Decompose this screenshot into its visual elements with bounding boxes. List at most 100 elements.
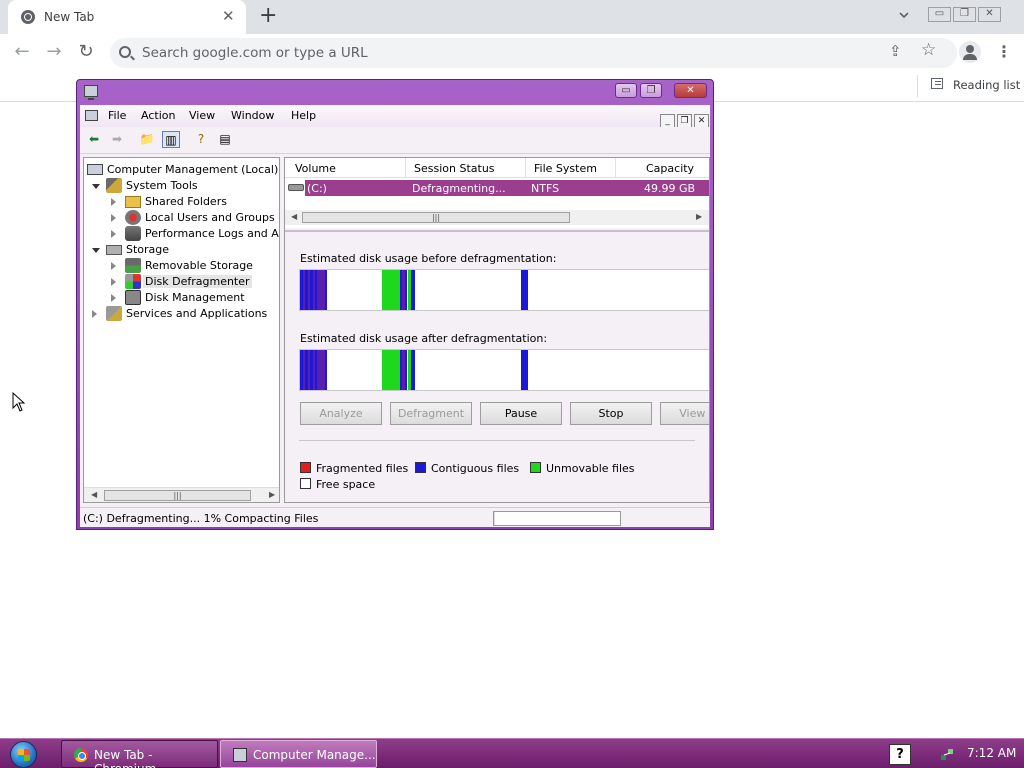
collapsed-arrow-icon[interactable]	[111, 262, 116, 270]
console-icon[interactable]	[85, 110, 98, 121]
icon-toolbar: ⬅ ➡ 📁 ▥ ? ▤	[80, 127, 710, 154]
pause-button[interactable]: Pause	[480, 402, 562, 425]
collapsed-arrow-icon[interactable]	[111, 294, 116, 302]
tree-item[interactable]: Removable Storage	[84, 258, 279, 274]
unmovable-swatch	[530, 462, 541, 473]
column-capacity[interactable]: Capacity	[646, 162, 694, 175]
expanded-arrow-icon[interactable]	[92, 248, 100, 253]
disk-icon	[125, 290, 141, 305]
scroll-right-icon[interactable]: ▶	[269, 490, 275, 499]
column-session-status[interactable]: Session Status	[414, 162, 495, 175]
start-button[interactable]	[10, 741, 37, 768]
chevron-down-icon[interactable]	[898, 9, 910, 21]
up-folder-icon[interactable]: 📁	[138, 131, 156, 148]
child-minimize-button[interactable]: _	[660, 114, 675, 128]
divider	[917, 75, 918, 97]
tree-horizontal-scrollbar[interactable]: ◀ ||| ▶	[84, 487, 279, 502]
volume-list: (C:) Defragmenting... NTFS 49.99 GB ◀ ||…	[285, 178, 709, 228]
computer-icon	[87, 164, 103, 175]
minimize-button[interactable]: ▭	[928, 7, 951, 22]
mmc-close-button[interactable]: ✕	[674, 83, 707, 98]
restore-button[interactable]: ❐	[953, 7, 976, 22]
table-row[interactable]: (C:) Defragmenting... NTFS 49.99 GB	[305, 180, 709, 196]
tree-item[interactable]: System Tools	[84, 178, 279, 194]
scroll-left-icon[interactable]: ◀	[91, 490, 97, 499]
back-icon[interactable]: ⬅	[85, 131, 103, 148]
new-tab-button[interactable]: +	[259, 4, 277, 28]
forward-arrow-icon[interactable]: →	[44, 42, 64, 62]
back-arrow-icon[interactable]: ←	[12, 42, 32, 62]
defrag-progress-bar	[493, 511, 621, 526]
legend-fragmented: Fragmented files	[300, 462, 408, 475]
window-titlebar[interactable]: ▭ ❐ ✕	[77, 80, 713, 104]
share-icon[interactable]: ⇪	[889, 42, 902, 60]
help-topics-icon[interactable]: ?	[192, 131, 210, 148]
menu-kebab-icon[interactable]: ⋮	[996, 42, 1012, 61]
tree-item-label: Shared Folders	[145, 195, 227, 208]
clock[interactable]: 7:12 AM	[967, 746, 1016, 760]
tree-item[interactable]: Computer Management (Local)	[84, 162, 279, 178]
taskbar-item-chromium[interactable]: New Tab - Chromium	[61, 740, 218, 768]
collapsed-arrow-icon[interactable]	[92, 310, 97, 318]
search-icon	[119, 46, 131, 58]
pane-splitter[interactable]	[285, 230, 709, 232]
scroll-thumb[interactable]: |||	[104, 490, 251, 501]
close-button[interactable]: ✕	[978, 7, 1001, 22]
menu-help[interactable]: Help	[291, 109, 316, 122]
mmc-maximize-button[interactable]: ❐	[640, 83, 662, 98]
help-icon[interactable]: ?	[889, 744, 911, 765]
disk-cluster-block	[382, 350, 400, 390]
tree-item[interactable]: Services and Applications	[84, 306, 279, 322]
disk-cluster-block	[405, 350, 407, 390]
free-space-swatch	[300, 478, 311, 489]
child-restore-button[interactable]: ❐	[677, 114, 692, 128]
scroll-left-icon[interactable]: ◀	[291, 212, 297, 221]
mmc-minimize-button[interactable]: ▭	[615, 83, 637, 98]
tab-close-icon[interactable]: ✕	[222, 7, 235, 25]
column-volume[interactable]: Volume	[295, 162, 336, 175]
tree-item[interactable]: Performance Logs and Ale	[84, 226, 279, 242]
tree-item[interactable]: Shared Folders	[84, 194, 279, 210]
menu-view[interactable]: View	[189, 109, 215, 122]
collapsed-arrow-icon[interactable]	[111, 198, 116, 206]
expanded-arrow-icon[interactable]	[92, 184, 100, 189]
computer-management-window: ▭ ❐ ✕ File Action View Window Help _ ❐ ✕ ⬅…	[76, 79, 714, 530]
disk-cluster-block	[325, 270, 327, 310]
defragment-button[interactable]: Defragment	[390, 402, 472, 425]
reading-list-label[interactable]: Reading list	[953, 78, 1020, 92]
tree-item[interactable]: Local Users and Groups	[84, 210, 279, 226]
omnibox-placeholder[interactable]: Search google.com or type a URL	[142, 45, 368, 61]
column-file-system[interactable]: File System	[534, 162, 597, 175]
view-report-button[interactable]: View Re	[660, 402, 709, 425]
menu-window[interactable]: Window	[231, 109, 274, 122]
volume-horizontal-scrollbar[interactable]: ◀ ||| ▶	[285, 210, 709, 225]
collapsed-arrow-icon[interactable]	[111, 214, 116, 222]
tree-item-label: System Tools	[126, 179, 198, 192]
volume-list-header: Volume Session Status File System Capaci…	[285, 158, 709, 178]
stop-button[interactable]: Stop	[570, 402, 652, 425]
tab-title: New Tab	[44, 10, 95, 24]
analyze-button[interactable]: Analyze	[300, 402, 382, 425]
network-icon[interactable]	[940, 747, 954, 761]
star-icon[interactable]: ☆	[921, 40, 936, 60]
menu-file[interactable]: File	[108, 109, 126, 122]
tree-item[interactable]: Storage	[84, 242, 279, 258]
properties-icon[interactable]: ▤	[216, 131, 234, 148]
tree-item[interactable]: Disk Defragmenter	[84, 274, 279, 290]
menu-action[interactable]: Action	[141, 109, 175, 122]
scroll-thumb[interactable]: |||	[302, 212, 570, 223]
tree-item[interactable]: Disk Management	[84, 290, 279, 306]
tab-new-tab[interactable]: New Tab ✕	[8, 0, 246, 34]
show-hide-tree-icon[interactable]: ▥	[162, 131, 180, 148]
reload-icon[interactable]: ↻	[76, 42, 96, 62]
taskbar-item-computer-management[interactable]: Computer Manage...	[220, 740, 377, 768]
child-close-button[interactable]: ✕	[694, 114, 709, 128]
reading-list-icon[interactable]	[931, 78, 943, 89]
omnibox[interactable]: Search google.com or type a URL	[110, 38, 957, 68]
disk-cluster-block	[411, 270, 415, 310]
collapsed-arrow-icon[interactable]	[111, 278, 116, 286]
collapsed-arrow-icon[interactable]	[111, 230, 116, 238]
forward-icon[interactable]: ➡	[108, 131, 126, 148]
profile-icon[interactable]	[959, 41, 981, 63]
scroll-right-icon[interactable]: ▶	[696, 212, 702, 221]
